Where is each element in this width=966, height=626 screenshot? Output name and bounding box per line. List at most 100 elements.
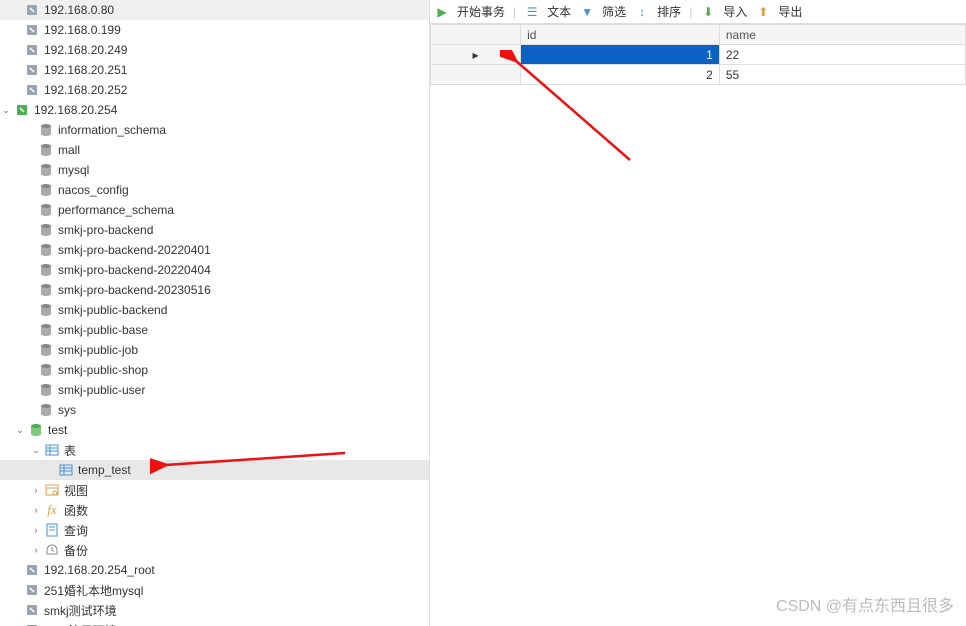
database-label: mall <box>58 143 80 157</box>
connection-item[interactable]: 192.168.0.199 <box>0 20 429 40</box>
connection-item[interactable]: smkj演示环境 <box>0 620 429 626</box>
database-item[interactable]: sys <box>0 400 429 420</box>
expand-icon[interactable]: › <box>30 504 42 516</box>
database-label: performance_schema <box>58 203 174 217</box>
database-item[interactable]: smkj-public-shop <box>0 360 429 380</box>
import-button[interactable]: ⬇导入 <box>700 3 747 20</box>
column-header-name[interactable]: name <box>719 25 965 45</box>
tables-label: 表 <box>64 442 76 459</box>
database-item[interactable]: mall <box>0 140 429 160</box>
connection-icon <box>24 2 40 18</box>
database-item[interactable]: smkj-pro-backend-20220401 <box>0 240 429 260</box>
expand-icon[interactable]: ⌄ <box>0 104 12 116</box>
database-item[interactable]: smkj-public-base <box>0 320 429 340</box>
database-item[interactable]: smkj-pro-backend-20230516 <box>0 280 429 300</box>
sort-button[interactable]: ↕排序 <box>634 3 681 20</box>
connection-item[interactable]: 192.168.0.80 <box>0 0 429 20</box>
connection-label: 192.168.20.252 <box>44 83 127 97</box>
text-icon: ☰ <box>524 4 540 20</box>
connection-label: smkj演示环境 <box>44 622 117 626</box>
database-label: mysql <box>58 163 89 177</box>
database-item[interactable]: smkj-pro-backend-20220404 <box>0 260 429 280</box>
database-item[interactable]: information_schema <box>0 120 429 140</box>
data-grid[interactable]: id name ▸ 1 22 2 55 <box>430 24 966 85</box>
query-icon <box>44 522 60 538</box>
row-indicator: ▸ <box>431 45 521 65</box>
database-icon <box>38 322 54 338</box>
database-item[interactable]: nacos_config <box>0 180 429 200</box>
expand-icon[interactable]: ⌄ <box>30 444 42 456</box>
database-label: information_schema <box>58 123 166 137</box>
database-icon <box>38 142 54 158</box>
database-item[interactable]: performance_schema <box>0 200 429 220</box>
expand-icon[interactable]: ⌄ <box>14 424 26 436</box>
connection-label: 192.168.20.249 <box>44 43 127 57</box>
connection-label: 251婚礼本地mysql <box>44 582 143 599</box>
database-label: nacos_config <box>58 183 129 197</box>
connection-item[interactable]: 192.168.20.252 <box>0 80 429 100</box>
backup-node[interactable]: › 备份 <box>0 540 429 560</box>
connection-icon <box>24 562 40 578</box>
database-item[interactable]: smkj-pro-backend <box>0 220 429 240</box>
table-row[interactable]: 2 55 <box>431 65 966 85</box>
database-label: smkj-pro-backend-20220401 <box>58 243 211 257</box>
database-item[interactable]: mysql <box>0 160 429 180</box>
database-label: smkj-pro-backend <box>58 223 153 237</box>
sort-icon: ↕ <box>634 4 650 20</box>
connection-item[interactable]: 192.168.20.249 <box>0 40 429 60</box>
functions-node[interactable]: ›fx函数 <box>0 500 429 520</box>
expand-icon[interactable]: › <box>30 524 42 536</box>
connection-item[interactable]: 192.168.20.254_root <box>0 560 429 580</box>
database-icon <box>38 242 54 258</box>
queries-node[interactable]: ›查询 <box>0 520 429 540</box>
export-icon: ⬆ <box>755 4 771 20</box>
connection-icon <box>24 22 40 38</box>
database-icon <box>38 262 54 278</box>
export-button[interactable]: ⬆导出 <box>755 3 802 20</box>
database-icon <box>38 162 54 178</box>
database-icon <box>38 202 54 218</box>
expand-icon[interactable]: › <box>30 544 42 556</box>
view-icon <box>44 482 60 498</box>
begin-transaction-button[interactable]: ▶开始事务 <box>434 3 505 20</box>
connection-label: 192.168.20.251 <box>44 63 127 77</box>
table-group-icon <box>44 442 60 458</box>
database-item[interactable]: smkj-public-job <box>0 340 429 360</box>
database-item[interactable]: smkj-public-backend <box>0 300 429 320</box>
database-label: smkj-public-shop <box>58 363 148 377</box>
database-icon <box>38 222 54 238</box>
connection-item[interactable]: 192.168.20.251 <box>0 60 429 80</box>
connection-tree[interactable]: 192.168.0.80 192.168.0.199 192.168.20.24… <box>0 0 430 626</box>
database-label: smkj-public-job <box>58 343 138 357</box>
connection-item[interactable]: smkj测试环境 <box>0 600 429 620</box>
database-icon <box>38 302 54 318</box>
database-icon <box>38 122 54 138</box>
tables-node[interactable]: ⌄表 <box>0 440 429 460</box>
filter-button[interactable]: ▼筛选 <box>579 3 626 20</box>
database-item[interactable]: smkj-public-user <box>0 380 429 400</box>
views-label: 视图 <box>64 482 88 499</box>
connection-item[interactable]: 251婚礼本地mysql <box>0 580 429 600</box>
text-button[interactable]: ☰文本 <box>524 3 571 20</box>
backup-label: 备份 <box>64 542 88 559</box>
connection-item-active[interactable]: ⌄ 192.168.20.254 <box>0 100 429 120</box>
table-label: temp_test <box>78 463 131 477</box>
toolbar: ▶开始事务 | ☰文本 ▼筛选 ↕排序 | ⬇导入 ⬆导出 <box>430 0 966 24</box>
cell-name[interactable]: 55 <box>719 65 965 85</box>
database-icon <box>38 282 54 298</box>
database-label: smkj-pro-backend-20230516 <box>58 283 211 297</box>
cell-id[interactable]: 2 <box>521 65 720 85</box>
views-node[interactable]: › 视图 <box>0 480 429 500</box>
expand-icon[interactable]: › <box>30 484 42 496</box>
database-label: smkj-public-base <box>58 323 148 337</box>
column-header-id[interactable]: id <box>521 25 720 45</box>
table-row[interactable]: ▸ 1 22 <box>431 45 966 65</box>
table-item[interactable]: temp_test <box>0 460 429 480</box>
cell-id[interactable]: 1 <box>521 45 720 65</box>
table-icon <box>58 462 74 478</box>
connection-icon <box>24 602 40 618</box>
cell-name[interactable]: 22 <box>719 45 965 65</box>
database-item-active[interactable]: ⌄test <box>0 420 429 440</box>
data-panel: ▶开始事务 | ☰文本 ▼筛选 ↕排序 | ⬇导入 ⬆导出 id name ▸ … <box>430 0 966 626</box>
connection-label: 192.168.20.254 <box>34 103 117 117</box>
